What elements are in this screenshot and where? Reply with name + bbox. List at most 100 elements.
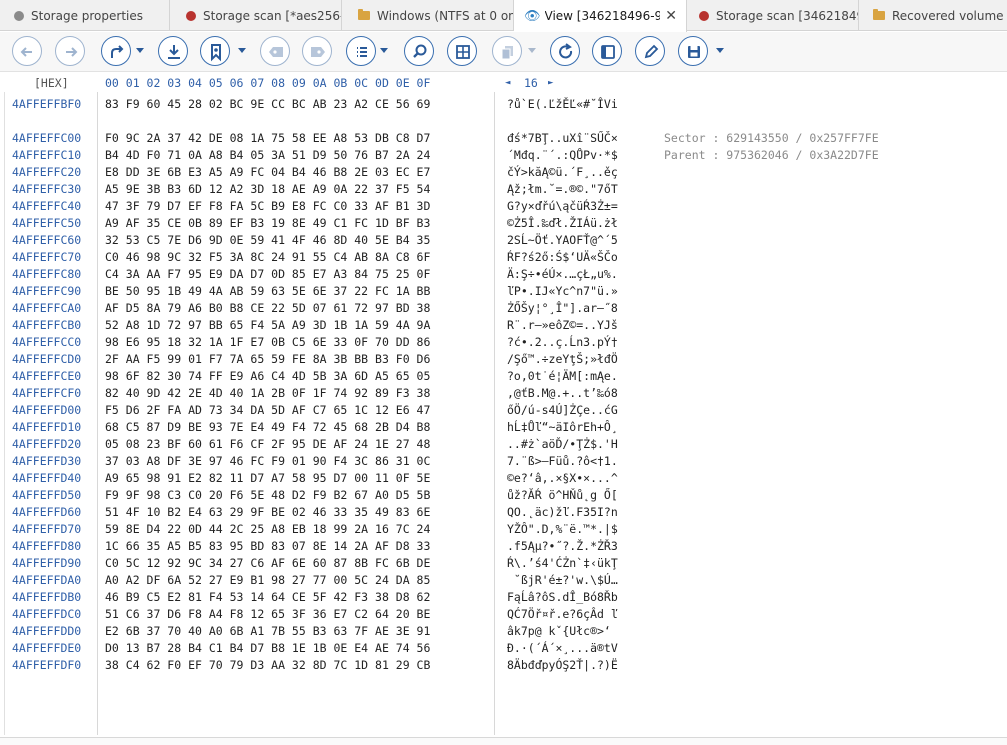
text-cell[interactable]: Đ.·(´Á´×¸...ä®tV <box>507 640 618 657</box>
text-cell[interactable]: FąĹâ?ôS.dÎ_Bó8Řb <box>507 589 618 606</box>
list-button[interactable] <box>346 36 376 66</box>
edit-button[interactable] <box>635 36 665 66</box>
width-increase-arrow[interactable]: ► <box>548 78 553 88</box>
copy-button[interactable] <box>492 36 522 66</box>
hex-cell[interactable]: 1C 66 35 A5 B5 83 95 BD 83 07 8E 14 2A A… <box>105 538 430 555</box>
hex-cell[interactable]: A5 9E 3B B3 6D 12 A2 3D 18 AE A9 0A 22 3… <box>105 181 430 198</box>
hex-cell[interactable]: C4 3A AA F7 95 E9 DA D7 0D 85 E7 A3 84 7… <box>105 266 430 283</box>
panel-button[interactable] <box>592 36 622 66</box>
width-decrease-arrow[interactable]: ◄ <box>505 78 510 88</box>
text-pane[interactable]: ?ů`E(.ĽžĚĽ«#˘ÎVi Sector : 629143550 / 0x… <box>496 92 1007 735</box>
hex-cell[interactable]: 98 6F 82 30 74 FF E9 A6 C4 4D 5B 3A 6D A… <box>105 368 430 385</box>
bookmark-dropdown-caret[interactable] <box>238 48 246 53</box>
hex-cell[interactable]: F0 9C 2A 37 42 DE 08 1A 75 58 EE A8 53 D… <box>105 130 430 147</box>
hex-cell[interactable]: F5 D6 2F FA AD 73 34 DA 5D AF C7 65 1C 1… <box>105 402 430 419</box>
text-cell[interactable]: âk7p@ kˇ{Ułc®>‘ <box>507 623 611 640</box>
text-cell[interactable]: ľP•.IJ«Yc^n7"ü.» <box>507 283 618 300</box>
save-button[interactable] <box>678 36 708 66</box>
text-cell[interactable]: ©e?‘â‚.×§X•×...^ <box>507 470 618 487</box>
hex-cell[interactable]: 68 C5 87 D9 BE 93 7E E4 49 F4 72 45 68 2… <box>105 419 430 436</box>
text-cell[interactable]: YŽÔ".D,%¨ë.™*.|$ <box>507 521 618 538</box>
text-cell[interactable]: R¨.r—»eôZ©=..YJš <box>507 317 618 334</box>
hex-cell[interactable]: 05 08 23 BF 60 61 F6 CF 2F 95 DE AF 24 1… <box>105 436 430 453</box>
copy-dropdown-caret[interactable] <box>528 48 536 53</box>
refresh-button[interactable] <box>550 36 580 66</box>
tab-view[interactable]: 👁 View [346218496-97... ✕ <box>514 0 687 32</box>
hex-cell[interactable]: 51 C6 37 D6 F8 A4 F8 12 65 3F 36 E7 C2 6… <box>105 606 430 623</box>
text-cell[interactable]: őÖ/ú-s4Ú]ŻÇe..ćG <box>507 402 618 419</box>
text-cell[interactable]: 2SĹ~Öť.YAOFŤ@^´5 <box>507 232 618 249</box>
back-button[interactable] <box>12 36 42 66</box>
text-cell[interactable]: đś*7BŢ..uXî¨SŰČ× <box>507 130 618 147</box>
hex-cell[interactable]: 46 B9 C5 E2 81 F4 53 14 64 CE 5F 42 F3 3… <box>105 589 430 606</box>
hex-cell[interactable]: 51 4F 10 B2 E4 63 29 9F BE 02 46 33 35 4… <box>105 504 430 521</box>
hex-cell[interactable]: 59 8E D4 22 0D 44 2C 25 A8 EB 18 99 2A 1… <box>105 521 430 538</box>
hex-cell[interactable]: E8 DD 3E 6B E3 A5 A9 FC 04 B4 46 B8 2E 0… <box>105 164 430 181</box>
next-bookmark-button[interactable] <box>302 36 332 66</box>
hex-cell[interactable]: A0 A2 DF 6A 52 27 E9 B1 98 27 77 00 5C 2… <box>105 572 430 589</box>
text-cell[interactable]: ..#ż`aöĎ/•ŢŻ$.'H <box>507 436 618 453</box>
tab-windows-ntfs[interactable]: Windows (NTFS at 0 on... <box>342 0 514 31</box>
text-cell[interactable]: ‚@ťB.M@.+..t’‰ó8 <box>507 385 618 402</box>
text-cell[interactable]: Ä:Ş÷•éÚ×.…çŁ„u%. <box>507 266 618 283</box>
hex-cell[interactable]: B4 4D F0 71 0A A8 B4 05 3A 51 D9 50 76 B… <box>105 147 430 164</box>
hex-cell[interactable]: C0 5C 12 92 9C 34 27 C6 AF 6E 60 87 8B F… <box>105 555 430 572</box>
text-cell[interactable]: ˘ßjR'é±?'w.\$Ú… <box>507 572 618 589</box>
redo-dropdown-caret[interactable] <box>136 48 144 53</box>
text-cell[interactable]: QO.˛äc)žľ.F35I?n <box>507 504 618 521</box>
hex-cell[interactable]: 2F AA F5 99 01 F7 7A 65 59 FE 8A 3B BB B… <box>105 351 430 368</box>
save-dropdown-caret[interactable] <box>716 48 724 53</box>
text-cell[interactable]: .f5Ąµ?•˝?.Ž.*ŻŘ3 <box>507 538 618 555</box>
text-cell[interactable]: ?ć•.2..ç.Ĺn3.pÝ† <box>507 334 618 351</box>
download-button[interactable] <box>158 36 188 66</box>
tab-storage-scan-aes[interactable]: Storage scan [*aes256-x... <box>170 0 342 31</box>
hex-cell[interactable]: BE 50 95 1B 49 4A AB 59 63 5E 6E 37 22 F… <box>105 283 430 300</box>
text-cell[interactable]: ŔF?ś2ő:Ś$‘UÄ«ŠČo <box>507 249 618 266</box>
text-cell[interactable]: ´Mđq.¨´.:QŮPv·*$ <box>507 147 618 164</box>
hex-cell[interactable]: F9 9F 98 C3 C0 20 F6 5E 48 D2 F9 B2 67 A… <box>105 487 430 504</box>
hex-cell[interactable]: E2 6B 37 70 40 A0 6B A1 7B 55 B3 63 7F A… <box>105 623 430 640</box>
hex-cell[interactable]: AF D5 8A 79 A6 B0 B8 CE 22 5D 07 61 72 9… <box>105 300 430 317</box>
text-cell[interactable]: ŻŐŠy¦°¸Î"].ar—˝8 <box>507 300 618 317</box>
text-cell[interactable]: Ąž;łm.˘=.®©."7őT <box>507 181 618 198</box>
text-cell[interactable]: QĆ7Öř¤ř.e?6çÂd ľ <box>507 606 618 623</box>
address-cell: 4AFFEFFC80 <box>12 267 82 281</box>
tab-storage-scan-2[interactable]: Storage scan [34621849... <box>687 0 859 31</box>
text-cell[interactable]: /Şő™.÷zeYţŠ;»łđÖ <box>507 351 618 368</box>
hex-cell[interactable]: C0 46 98 9C 32 F5 3A 8C 24 91 55 C4 AB 8… <box>105 249 430 266</box>
hex-cell[interactable]: 98 E6 95 18 32 1A 1F E7 0B C5 6E 33 0F 7… <box>105 334 430 351</box>
hex-cell[interactable]: 38 C4 62 F0 EF 70 79 D3 AA 32 8D 7C 1D 8… <box>105 657 430 674</box>
list-dropdown-caret[interactable] <box>380 48 388 53</box>
forward-button[interactable] <box>55 36 85 66</box>
text-cell[interactable]: 8ÄbđďpyÓŞ2Ť|.?)Ë <box>507 657 618 674</box>
text-cell[interactable]: ?o‚0t˙é¦ÄM[:mĄe. <box>507 368 618 385</box>
tab-storage-properties[interactable]: Storage properties <box>0 0 170 31</box>
text-cell[interactable]: ?ů`E(.ĽžĚĽ«#˘ÎVi <box>507 96 618 113</box>
text-cell[interactable]: G?y×ďřú\ąčüŔ3Ż±= <box>507 198 618 215</box>
text-cell[interactable]: čÝ>kăĄ©ü.´F¸..ěç <box>507 164 618 181</box>
text-cell[interactable]: ůž?ĂŔ ö^HŇů˛g Ő[ <box>507 487 618 504</box>
close-icon[interactable]: ✕ <box>665 8 677 24</box>
hex-cell[interactable]: 32 53 C5 7E D6 9D 0E 59 41 4F 46 8D 40 5… <box>105 232 430 249</box>
hex-cell[interactable]: 47 3F 79 D7 EF F8 FA 5C B9 E8 FC C0 33 A… <box>105 198 430 215</box>
hex-cell[interactable]: 37 03 A8 DF 3E 97 46 FC F9 01 90 F4 3C 8… <box>105 453 430 470</box>
tab-recovered-volume[interactable]: Recovered volume (sect <box>859 0 1007 31</box>
search-button[interactable] <box>404 36 434 66</box>
hex-cell[interactable]: 82 40 9D 42 2E 4D 40 1A 2B 0F 1F 74 92 8… <box>105 385 430 402</box>
address-cell: 4AFFEFFC60 <box>12 233 82 247</box>
hex-pane[interactable]: 83 F9 60 45 28 02 BC 9E CC BC AB 23 A2 C… <box>97 92 495 735</box>
hex-cell[interactable]: 83 F9 60 45 28 02 BC 9E CC BC AB 23 A2 C… <box>105 96 430 113</box>
bookmark-button[interactable] <box>200 36 230 66</box>
redo-button[interactable] <box>101 36 131 66</box>
text-cell[interactable]: 7.¨ß>—Füů.?ô<†1. <box>507 453 618 470</box>
hex-cell[interactable]: A9 AF 35 CE 0B 89 EF B3 19 8E 49 C1 FC 1… <box>105 215 430 232</box>
hex-cell[interactable]: A9 65 98 91 E2 82 11 D7 A7 58 95 D7 00 1… <box>105 470 430 487</box>
prev-bookmark-button[interactable] <box>260 36 290 66</box>
text-cell[interactable]: Ŕ\.’ś4'ĆŻn`‡‹ükŢ <box>507 555 618 572</box>
text-cell[interactable]: hĹ‡Ůľ“~äIôrEh+Ô¸ <box>507 419 618 436</box>
address-cell: 4AFFEFFD00 <box>12 403 82 417</box>
text-cell[interactable]: ©Ż5Î.‰ďł.ŽIÁü.żł <box>507 215 618 232</box>
grid-button[interactable] <box>447 36 477 66</box>
hex-cell[interactable]: D0 13 B7 28 B4 C1 B4 D7 B8 1E 1B 0E E4 A… <box>105 640 430 657</box>
hex-cell[interactable]: 52 A8 1D 72 97 BB 65 F4 5A A9 3D 1B 1A 5… <box>105 317 430 334</box>
